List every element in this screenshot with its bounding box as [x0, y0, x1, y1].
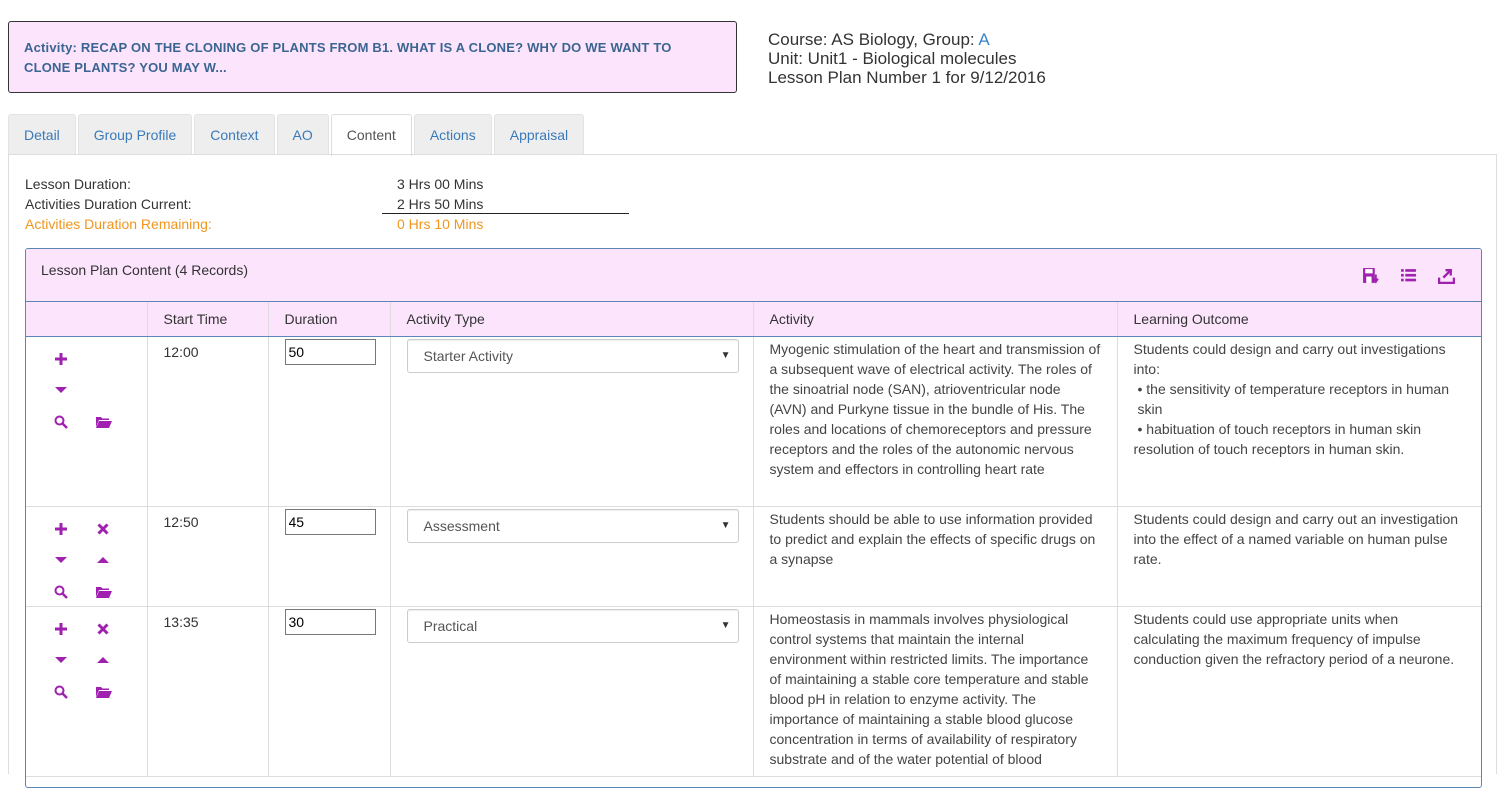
group-link[interactable]: A [978, 30, 989, 49]
search-icon[interactable] [52, 413, 70, 431]
move-up-icon[interactable] [94, 651, 112, 669]
activity-banner: Activity: RECAP ON THE CLONING OF PLANTS… [8, 21, 737, 93]
duration-cell [268, 336, 391, 507]
table-row: 12:50 Assessment ▼ Students should be ab… [26, 506, 1481, 607]
activity-type-select[interactable]: Starter Activity ▼ [406, 338, 739, 373]
duration-cell [268, 506, 391, 607]
activity-type-select[interactable]: Practical ▼ [406, 608, 739, 643]
search-icon[interactable] [52, 683, 70, 701]
activity-type-value: Starter Activity [423, 347, 513, 364]
current-duration-label: Activities Duration Current: [25, 196, 192, 212]
column-header-controls [26, 302, 148, 337]
lesson-duration-row: Lesson Duration: 3 Hrs 00 Mins [25, 174, 645, 194]
tab-context[interactable]: Context [194, 114, 275, 155]
start-time-cell: 13:35 [147, 606, 269, 777]
move-down-icon[interactable] [52, 551, 70, 569]
lesson-content-grid: Lesson Plan Content (4 Records) Start Ti… [25, 248, 1482, 788]
duration-input[interactable] [284, 508, 376, 535]
tab-group-profile[interactable]: Group Profile [77, 114, 193, 155]
content-table: Start Time Duration Activity Type Activi… [26, 302, 1481, 777]
chevron-down-icon: ▼ [720, 519, 731, 531]
tab-detail[interactable]: Detail [8, 114, 76, 155]
column-header-activity-type[interactable]: Activity Type [390, 302, 754, 337]
grid-toolbar [1362, 267, 1455, 284]
start-time-cell: 12:50 [147, 506, 269, 607]
delete-row-icon[interactable] [94, 620, 112, 638]
learning-outcome-cell: Students could design and carry out an i… [1117, 506, 1481, 607]
folder-open-icon[interactable] [95, 683, 113, 701]
activity-type-select[interactable]: Assessment ▼ [406, 508, 739, 543]
move-down-icon[interactable] [52, 381, 70, 399]
search-icon[interactable] [52, 583, 70, 601]
grid-header: Lesson Plan Content (4 Records) [26, 249, 1481, 302]
activity-type-cell: Assessment ▼ [390, 506, 754, 607]
outcome-intro: Students could design and carry out inve… [1133, 340, 1446, 377]
activity-type-value: Practical [423, 617, 478, 634]
activity-banner-text: Activity: RECAP ON THE CLONING OF PLANTS… [24, 40, 672, 75]
tab-appraisal[interactable]: Appraisal [493, 114, 585, 155]
table-header-row: Start Time Duration Activity Type Activi… [26, 302, 1481, 337]
course-line: Course: AS Biology, Group: A [768, 30, 1046, 49]
lesson-duration-label: Lesson Duration: [25, 176, 131, 192]
add-row-icon[interactable] [52, 520, 70, 538]
duration-cell [268, 606, 391, 777]
start-time-cell: 12:00 [147, 336, 269, 507]
add-row-icon[interactable] [52, 350, 70, 368]
tab-ao[interactable]: AO [276, 114, 329, 155]
activity-type-cell: Starter Activity ▼ [390, 336, 754, 507]
list-icon[interactable] [1400, 267, 1417, 284]
outcome-bullet: • the sensitivity of temperature recepto… [1137, 380, 1450, 417]
activity-type-value: Assessment [423, 517, 500, 534]
table-row: 12:00 Starter Activity ▼ Myogenic stimul… [26, 336, 1481, 507]
activity-cell: Myogenic stimulation of the heart and tr… [753, 336, 1118, 507]
column-header-duration[interactable]: Duration [268, 302, 391, 337]
add-row-icon[interactable] [52, 620, 70, 638]
learning-outcome-cell: Students could design and carry out inve… [1117, 336, 1481, 507]
export-icon[interactable] [1438, 267, 1455, 284]
course-info: Course: AS Biology, Group: A Unit: Unit1… [768, 30, 1046, 87]
activity-cell: Students should be able to use informati… [753, 506, 1118, 607]
duration-summary: Lesson Duration: 3 Hrs 00 Mins Activitie… [25, 174, 645, 234]
delete-row-icon[interactable] [94, 520, 112, 538]
column-header-activity[interactable]: Activity [753, 302, 1118, 337]
tab-bar: Detail Group Profile Context AO Content … [8, 114, 585, 156]
row-controls [26, 506, 148, 607]
table-row: 13:35 Practical ▼ Homeostasis in mammals… [26, 606, 1481, 777]
tab-content[interactable]: Content [330, 114, 412, 156]
duration-input[interactable] [284, 338, 376, 365]
outcome-bullet: • habituation of touch receptors in huma… [1137, 420, 1422, 437]
move-up-icon[interactable] [94, 551, 112, 569]
lesson-duration-value: 3 Hrs 00 Mins [397, 176, 484, 192]
learning-outcome-cell: Students could use appropriate units whe… [1117, 606, 1481, 777]
row-controls [26, 606, 148, 777]
chevron-down-icon: ▼ [720, 619, 731, 631]
lesson-line: Lesson Plan Number 1 for 9/12/2016 [768, 68, 1046, 87]
activity-cell: Homeostasis in mammals involves physiolo… [753, 606, 1118, 777]
chevron-down-icon: ▼ [720, 349, 731, 361]
duration-divider [382, 213, 629, 214]
remaining-duration-label: Activities Duration Remaining: [25, 216, 212, 232]
save-icon[interactable] [1362, 267, 1379, 284]
folder-open-icon[interactable] [95, 583, 113, 601]
current-duration-row: Activities Duration Current: 2 Hrs 50 Mi… [25, 194, 645, 214]
course-label: Course: AS Biology, Group: [768, 30, 979, 49]
column-header-start-time[interactable]: Start Time [147, 302, 269, 337]
activity-type-cell: Practical ▼ [390, 606, 754, 777]
move-down-icon[interactable] [52, 651, 70, 669]
tab-actions[interactable]: Actions [413, 114, 492, 155]
current-duration-value: 2 Hrs 50 Mins [397, 196, 484, 212]
remaining-duration-value: 0 Hrs 10 Mins [397, 216, 484, 232]
unit-line: Unit: Unit1 - Biological molecules [768, 49, 1017, 68]
folder-open-icon[interactable] [95, 413, 113, 431]
column-header-learning-outcome[interactable]: Learning Outcome [1117, 302, 1481, 337]
remaining-duration-row: Activities Duration Remaining: 0 Hrs 10 … [25, 214, 645, 234]
outcome-tail: resolution of touch receptors in human s… [1133, 440, 1405, 457]
grid-title: Lesson Plan Content (4 Records) [41, 262, 248, 278]
row-controls [26, 336, 148, 507]
content-panel: Lesson Duration: 3 Hrs 00 Mins Activitie… [8, 154, 1497, 788]
duration-input[interactable] [284, 608, 376, 635]
